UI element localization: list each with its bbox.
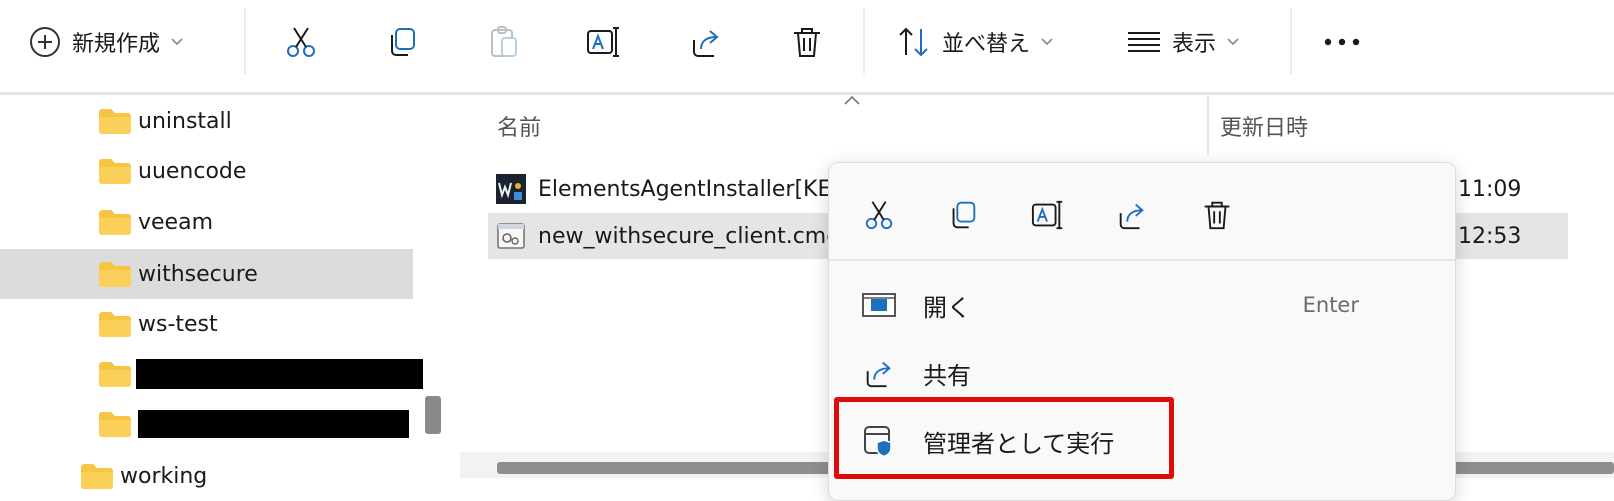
- rename-icon: [585, 24, 623, 60]
- cut-icon: [862, 198, 896, 232]
- column-separator[interactable]: [1207, 96, 1209, 156]
- paste-button[interactable]: [484, 22, 524, 62]
- nav-folder-label: ws-test: [138, 311, 218, 337]
- folder-icon: [99, 412, 131, 437]
- context-rename-button[interactable]: [1026, 193, 1070, 237]
- context-item-open[interactable]: 開く Enter: [829, 275, 1455, 335]
- file-modified-time: 11:09: [1458, 177, 1522, 202]
- folder-icon: [81, 464, 113, 489]
- redaction-bar: [136, 359, 423, 389]
- view-button-label: 表示: [1172, 32, 1217, 57]
- toolbar-separator: [244, 8, 246, 74]
- toolbar-separator: [1290, 8, 1292, 74]
- copy-icon: [384, 24, 420, 60]
- nav-folder-label: withsecure: [138, 261, 258, 287]
- folder-icon: [99, 362, 131, 387]
- context-menu-separator: [829, 259, 1455, 261]
- cmd-file-icon: [497, 223, 525, 249]
- folder-icon: [99, 109, 131, 134]
- context-item-label: 開く: [923, 293, 971, 322]
- new-button[interactable]: 新規作成: [28, 18, 184, 66]
- plus-circle-icon: [28, 25, 62, 59]
- context-copy-button[interactable]: [941, 193, 985, 237]
- nav-folder-label: uuencode: [138, 158, 247, 184]
- delete-button[interactable]: [787, 22, 827, 62]
- more-icon: [1322, 36, 1362, 48]
- view-icon: [1126, 27, 1162, 57]
- context-delete-button[interactable]: [1195, 193, 1239, 237]
- share-button[interactable]: [686, 22, 726, 62]
- share-icon: [859, 353, 899, 393]
- column-header-modified[interactable]: 更新日時: [1220, 110, 1308, 142]
- file-name: new_withsecure_client.cmc: [538, 223, 839, 249]
- folder-icon: [99, 262, 131, 287]
- nav-folder-ws-test[interactable]: ws-test: [0, 301, 413, 347]
- app-installer-icon: [496, 174, 526, 204]
- context-item-label: 共有: [923, 361, 971, 390]
- copy-icon: [946, 198, 980, 232]
- nav-scrollbar-thumb[interactable]: [425, 396, 441, 434]
- redaction-bar: [138, 410, 409, 438]
- nav-folder-withsecure[interactable]: withsecure: [0, 249, 413, 299]
- folder-icon: [99, 159, 131, 184]
- context-item-share[interactable]: 共有: [829, 343, 1455, 403]
- chevron-down-icon: [1040, 37, 1054, 47]
- context-cut-button[interactable]: [857, 193, 901, 237]
- more-options-button[interactable]: [1322, 22, 1362, 62]
- file-name: ElementsAgentInstaller[KE: [538, 176, 832, 202]
- sort-ascending-icon: [842, 94, 862, 106]
- context-share-button[interactable]: [1110, 193, 1154, 237]
- command-bar: 新規作成 並べ替え 表示: [0, 0, 1614, 92]
- share-icon: [688, 24, 724, 60]
- nav-folder-uninstall[interactable]: uninstall: [0, 98, 413, 144]
- nav-folder-label: veeam: [138, 209, 214, 235]
- rename-button[interactable]: [584, 22, 624, 62]
- paste-icon: [486, 24, 522, 60]
- delete-icon: [789, 24, 825, 60]
- view-button[interactable]: 表示: [1126, 18, 1240, 66]
- chevron-down-icon: [170, 37, 184, 47]
- file-modified-time: 12:53: [1458, 224, 1522, 249]
- folder-icon: [99, 210, 131, 235]
- new-button-label: 新規作成: [72, 32, 161, 57]
- sort-icon: [896, 25, 932, 59]
- sort-button[interactable]: 並べ替え: [896, 18, 1054, 66]
- nav-folder-label: working: [120, 463, 208, 489]
- copy-button[interactable]: [382, 22, 422, 62]
- column-header-name[interactable]: 名前: [497, 110, 541, 142]
- folder-icon: [99, 312, 131, 337]
- cut-icon: [283, 24, 319, 60]
- rename-icon: [1030, 198, 1066, 232]
- chevron-down-icon: [1226, 37, 1240, 47]
- toolbar-separator: [863, 8, 865, 74]
- nav-folder-label: uninstall: [138, 108, 232, 134]
- context-item-shortcut: Enter: [1302, 293, 1359, 317]
- highlight-annotation: [834, 397, 1174, 479]
- nav-folder-working[interactable]: working: [0, 453, 413, 499]
- open-window-icon: [859, 285, 899, 325]
- nav-folder-uuencode[interactable]: uuencode: [0, 148, 413, 194]
- cut-button[interactable]: [281, 22, 321, 62]
- nav-folder-veeam[interactable]: veeam: [0, 199, 413, 245]
- navigation-pane: uninstall uuencode veeam withsecure ws-t…: [0, 95, 445, 501]
- delete-icon: [1200, 198, 1234, 232]
- share-icon: [1115, 198, 1149, 232]
- sort-button-label: 並べ替え: [942, 32, 1031, 57]
